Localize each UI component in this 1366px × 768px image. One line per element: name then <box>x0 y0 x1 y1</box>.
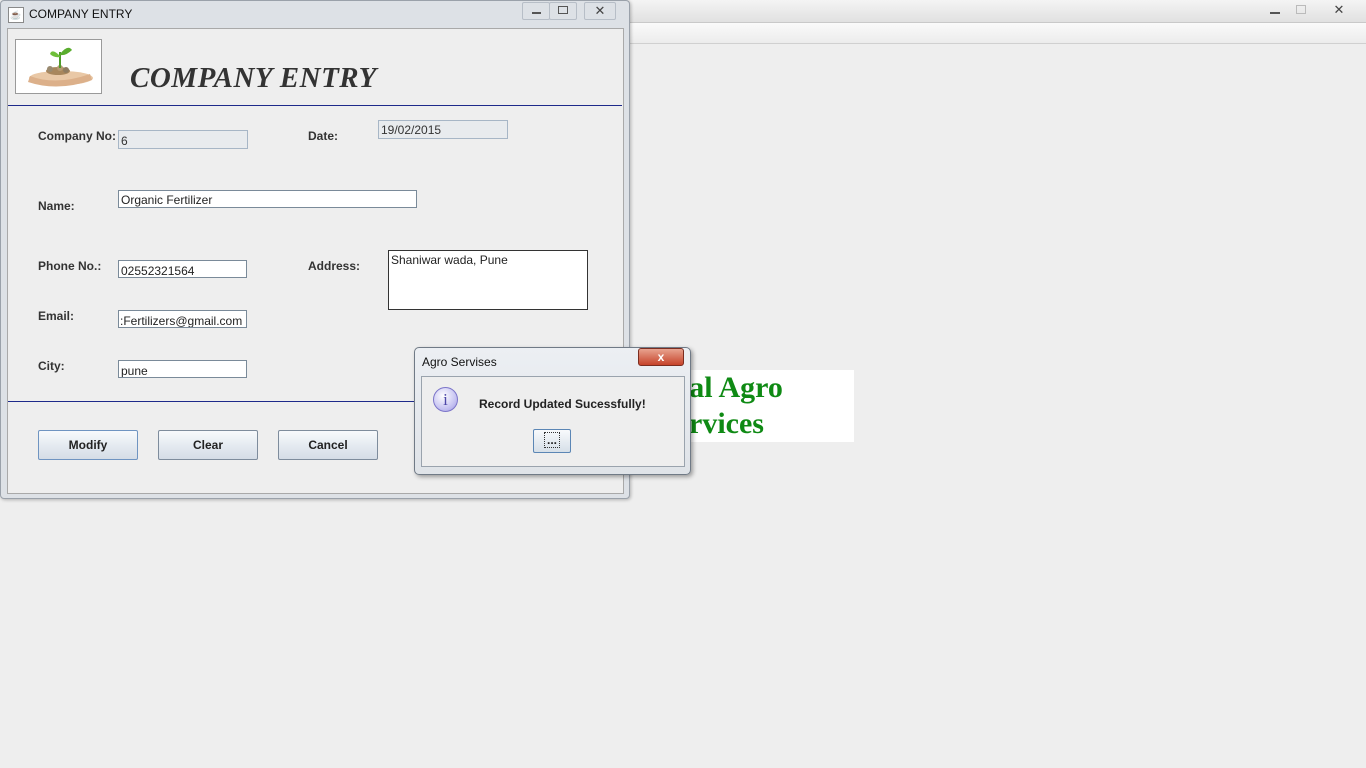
name-label: Name: <box>38 199 75 213</box>
plant-in-hand-image <box>15 39 102 94</box>
main-minimize-button[interactable] <box>1262 2 1288 17</box>
dialog-ok-button[interactable]: ... <box>533 429 571 453</box>
clear-button[interactable]: Clear <box>158 430 258 460</box>
phone-label: Phone No.: <box>38 259 102 273</box>
city-label: City: <box>38 359 65 373</box>
dialog-body <box>421 376 685 467</box>
dialog-ok-label: ... <box>543 432 560 448</box>
main-close-button[interactable]: ✕ <box>1326 2 1352 17</box>
frame-title: COMPANY ENTRY <box>29 7 133 21</box>
date-field[interactable]: 19/02/2015 <box>378 120 508 139</box>
header-separator <box>8 105 622 106</box>
logo-line-1: ersal Agro <box>683 371 783 404</box>
frame-close-button[interactable]: ✕ <box>584 2 616 20</box>
main-window-titlebar: ✕ <box>630 0 1366 23</box>
frame-minimize-button[interactable] <box>522 2 550 20</box>
main-maximize-button[interactable] <box>1288 2 1314 17</box>
dialog-message: Record Updated Sucessfully! <box>479 397 646 411</box>
email-label: Email: <box>38 309 75 323</box>
email-field[interactable]: :Fertilizers@gmail.com <box>118 310 247 328</box>
cancel-button[interactable]: Cancel <box>278 430 378 460</box>
address-textarea[interactable]: Shaniwar wada, Pune <box>388 250 588 310</box>
java-coffee-icon: ☕ <box>8 7 24 23</box>
agro-logo: ersal Agro rvices <box>683 370 854 442</box>
dialog-title: Agro Servises <box>422 355 497 369</box>
city-field[interactable]: pune <box>118 360 247 378</box>
date-label: Date: <box>308 129 339 143</box>
frame-maximize-button[interactable] <box>549 2 577 20</box>
company-no-label: Company No: <box>38 129 116 143</box>
company-no-field[interactable]: 6 <box>118 130 248 149</box>
phone-field[interactable]: 02552321564 <box>118 260 247 278</box>
header-title: COMPANY ENTRY <box>130 62 377 94</box>
main-window-menubar <box>630 23 1366 44</box>
name-field[interactable]: Organic Fertilizer <box>118 190 417 208</box>
info-icon: i <box>433 387 458 412</box>
modify-button[interactable]: Modify <box>38 430 138 460</box>
address-label: Address: <box>308 259 361 273</box>
dialog-close-button[interactable]: x <box>638 348 684 366</box>
logo-line-2: rvices <box>689 407 764 440</box>
